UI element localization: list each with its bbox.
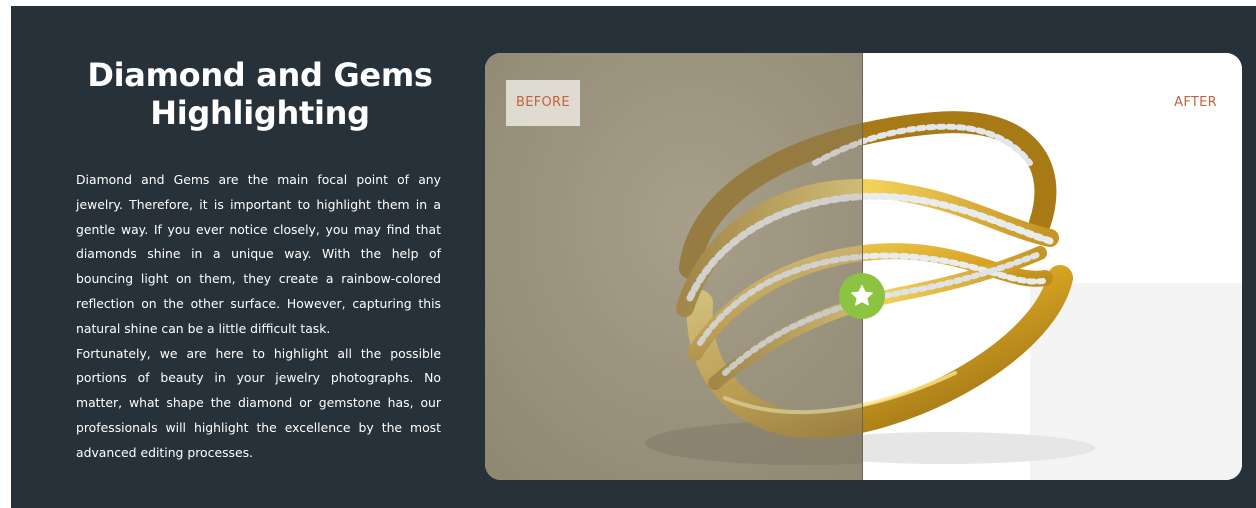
ring-comparison-image (485, 53, 1242, 480)
after-label: AFTER (1174, 95, 1217, 110)
description-paragraph-1: Diamond and Gems are the main focal poin… (76, 172, 441, 336)
before-label: BEFORE (506, 80, 580, 126)
section-description: Diamond and Gems are the main focal poin… (76, 168, 441, 466)
section-title: Diamond and Gems Highlighting (87, 56, 433, 132)
slider-divider[interactable] (862, 53, 863, 480)
before-after-slider[interactable]: BEFORE AFTER (485, 53, 1242, 480)
description-paragraph-2: Fortunately, we are here to highlight al… (76, 345, 441, 460)
diamond-gems-section: Diamond and Gems Highlighting Diamond an… (11, 6, 1256, 508)
star-icon (851, 285, 873, 306)
slider-handle[interactable] (839, 273, 885, 319)
